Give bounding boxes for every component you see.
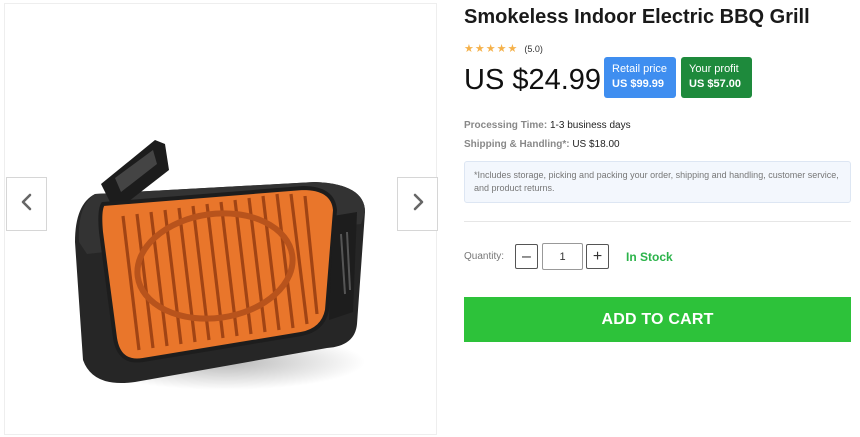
star-icon: ★: [474, 43, 485, 55]
retail-price-label: Retail price: [612, 63, 668, 75]
quantity-input[interactable]: [542, 243, 583, 270]
retail-price-value: US $99.99: [612, 78, 664, 90]
plus-icon: +: [592, 247, 603, 265]
processing-time-label: Processing Time:: [464, 120, 548, 131]
chevron-right-icon: [411, 193, 425, 216]
processing-time-value: 1-3 business days: [549, 120, 631, 131]
shipping-label: Shipping & Handling*:: [464, 139, 570, 150]
product-price: US $24.99: [464, 64, 602, 96]
star-icon: ★: [507, 43, 518, 55]
retail-price-badge: Retail price US $99.99: [604, 57, 676, 98]
quantity-label: Quantity:: [464, 251, 505, 262]
star-icon: ★: [496, 43, 507, 55]
quantity-decrease-button[interactable]: –: [515, 244, 538, 269]
minus-icon: –: [522, 247, 531, 265]
divider: [464, 221, 851, 222]
star-icon: ★: [485, 43, 496, 55]
shipping-note: *Includes storage, picking and packing y…: [464, 161, 851, 203]
shipping-handling: Shipping & Handling*: US $18.00: [464, 139, 620, 150]
chevron-left-icon: [20, 193, 34, 216]
shipping-value: US $18.00: [572, 139, 620, 150]
product-title: Smokeless Indoor Electric BBQ Grill: [464, 6, 810, 28]
rating-stars: ★ ★ ★ ★ ★: [464, 43, 517, 55]
profit-label: Your profit: [689, 63, 739, 75]
gallery-next-button[interactable]: [397, 177, 438, 231]
gallery-prev-button[interactable]: [6, 177, 47, 231]
profit-value: US $57.00: [689, 78, 741, 90]
star-icon: ★: [464, 43, 474, 55]
add-to-cart-button[interactable]: ADD TO CART: [464, 297, 851, 342]
profit-badge: Your profit US $57.00: [681, 57, 752, 98]
stock-status: In Stock: [626, 250, 673, 264]
product-rating[interactable]: ★ ★ ★ ★ ★ (5.0): [464, 43, 543, 55]
quantity-increase-button[interactable]: +: [586, 244, 609, 269]
product-gallery: [4, 3, 438, 435]
processing-time: Processing Time: 1-3 business days: [464, 120, 631, 131]
rating-value: (5.0): [524, 44, 543, 54]
product-image: [75, 140, 366, 390]
